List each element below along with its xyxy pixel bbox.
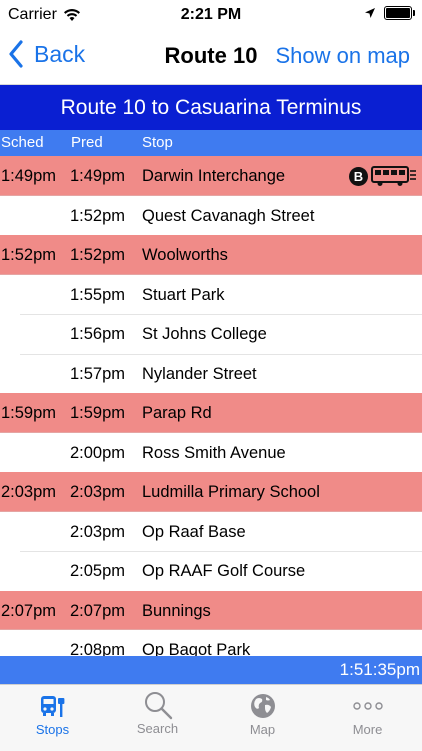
current-time: 1:51:35pm <box>339 660 420 679</box>
row-stop: Darwin Interchange <box>142 167 286 185</box>
tab-label: More <box>352 722 383 737</box>
table-row[interactable]: 2:03pm 2:03pm Ludmilla Primary School <box>0 472 422 512</box>
table-row[interactable]: 2:08pm Op Bagot Park <box>0 630 422 656</box>
row-stop: Op RAAF Golf Course <box>142 562 306 580</box>
row-sched: 1:59pm <box>1 404 57 422</box>
route-header: Route 10 to Casuarina Terminus <box>0 85 422 130</box>
table-row[interactable]: 1:49pm 1:49pm Darwin Interchange B <box>0 156 422 196</box>
more-icon <box>352 702 383 710</box>
current-time-bar: 1:51:35pm <box>0 656 422 684</box>
row-stop: Stuart Park <box>142 285 225 304</box>
row-stop: Ludmilla Primary School <box>142 483 320 501</box>
interchange-badge: B <box>349 167 368 186</box>
show-on-map-button[interactable]: Show on map <box>275 43 410 69</box>
row-pred: 2:08pm <box>70 641 126 656</box>
row-stop: Ross Smith Avenue <box>142 443 286 462</box>
table-row[interactable]: 2:03pm Op Raaf Base <box>0 512 422 552</box>
row-pred: 1:55pm <box>70 285 126 304</box>
table-row[interactable]: 2:07pm 2:07pm Bunnings <box>0 590 422 630</box>
table-row[interactable]: 1:52pm Quest Cavanagh Street <box>0 196 422 236</box>
row-stop: Quest Cavanagh Street <box>142 206 315 225</box>
table-row[interactable]: 1:55pm Stuart Park <box>0 275 422 315</box>
table-row[interactable]: 2:05pm Op RAAF Golf Course <box>0 551 422 592</box>
table-row[interactable]: 1:52pm 1:52pm Woolworths <box>0 235 422 275</box>
tab-bar: Stops Search Map More <box>0 684 422 751</box>
chevron-left-icon <box>9 40 23 68</box>
stops-list[interactable]: 1:49pm 1:49pm Darwin Interchange B 1:52p… <box>0 156 422 656</box>
bus-stop-icon <box>40 696 64 717</box>
row-stop: Bunnings <box>142 601 211 620</box>
column-sched: Sched <box>1 134 44 151</box>
tab-stops[interactable]: Stops <box>0 685 105 751</box>
table-row[interactable]: 1:59pm 1:59pm Parap Rd <box>0 393 422 433</box>
row-stop: Op Bagot Park <box>142 641 251 656</box>
row-pred: 1:49pm <box>70 167 126 185</box>
tab-label: Search <box>136 721 179 736</box>
row-pred: 1:57pm <box>70 364 126 383</box>
row-pred: 1:59pm <box>70 404 126 422</box>
back-label: Back <box>34 40 86 67</box>
row-sched: 2:03pm <box>1 483 57 501</box>
row-pred: 1:52pm <box>70 206 126 225</box>
row-pred: 2:03pm <box>70 522 126 541</box>
globe-icon <box>250 694 275 718</box>
tab-more[interactable]: More <box>315 685 420 751</box>
battery-icon <box>384 6 415 20</box>
row-pred: 2:03pm <box>70 483 126 501</box>
row-sched: 1:52pm <box>1 246 57 264</box>
back-button[interactable]: Back <box>8 40 85 68</box>
bus-icon <box>371 166 416 186</box>
location-arrow-icon <box>365 8 375 18</box>
row-pred: 2:00pm <box>70 443 126 462</box>
row-pred: 2:07pm <box>70 601 126 620</box>
route-header-title: Route 10 to Casuarina Terminus <box>60 95 362 119</box>
column-stop: Stop <box>142 134 173 151</box>
column-header: Sched Pred Stop <box>0 130 422 156</box>
row-stop: St Johns College <box>142 325 267 343</box>
tab-label: Map <box>249 722 276 737</box>
table-row[interactable]: 2:00pm Ross Smith Avenue <box>0 433 422 473</box>
tab-map[interactable]: Map <box>210 685 315 751</box>
row-stop: Op Raaf Base <box>142 522 246 541</box>
row-sched: 2:07pm <box>1 601 57 620</box>
row-pred: 1:52pm <box>70 246 126 264</box>
nav-bar: Back Route 10 Show on map <box>0 30 422 85</box>
table-row[interactable]: 1:56pm St Johns College <box>0 314 422 355</box>
row-pred: 2:05pm <box>70 562 126 580</box>
status-time: 2:21 PM <box>180 6 242 23</box>
column-pred: Pred <box>71 134 103 151</box>
row-pred: 1:56pm <box>70 325 126 343</box>
search-icon <box>144 692 172 720</box>
row-stop: Woolworths <box>142 246 228 264</box>
row-sched: 1:49pm <box>1 167 57 185</box>
tab-label: Stops <box>35 722 70 737</box>
row-stop: Nylander Street <box>142 364 257 383</box>
status-right <box>364 6 415 20</box>
row-stop: Parap Rd <box>142 404 212 422</box>
tab-search[interactable]: Search <box>105 685 210 751</box>
table-row[interactable]: 1:57pm Nylander Street <box>0 354 422 394</box>
status-bar: Carrier 2:21 PM <box>0 0 422 30</box>
